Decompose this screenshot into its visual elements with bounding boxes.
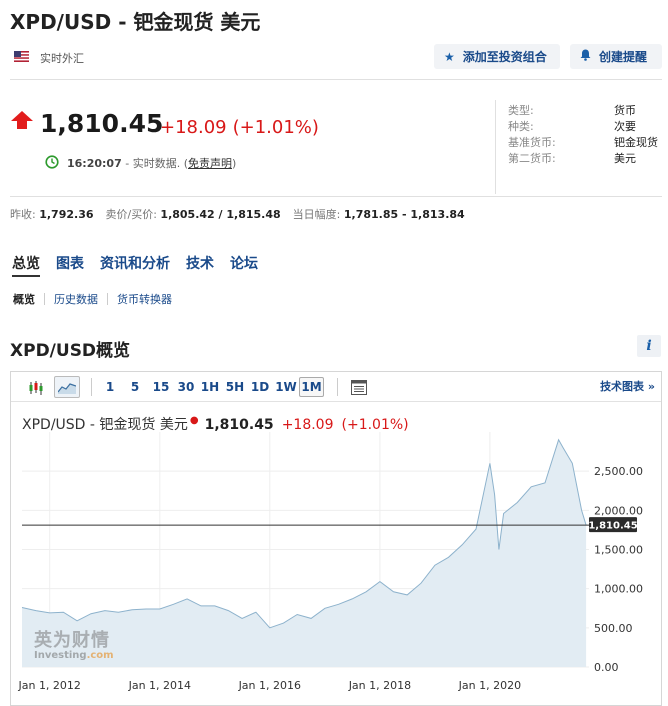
page-title: XPD/USD - 钯金现货 美元 (10, 10, 261, 34)
tab-technical[interactable]: 技术 (186, 253, 214, 273)
divider (44, 293, 45, 305)
x-tick-label: Jan 1, 2012 (17, 679, 80, 692)
info-row-second-currency: 第二货币: 美元 (508, 152, 636, 165)
divider (337, 378, 338, 396)
disclaimer-link[interactable]: 免责声明 (188, 157, 232, 170)
prev-close-label: 昨收: (10, 208, 36, 221)
divider (495, 100, 496, 194)
info-icon[interactable]: i (637, 335, 661, 357)
tab-news-analysis[interactable]: 资讯和分析 (100, 253, 170, 273)
prev-close-value: 1,792.36 (39, 208, 94, 221)
divider (91, 378, 92, 396)
bid-ask-value: 1,805.42 / 1,815.48 (160, 208, 281, 221)
main-tabs: 总览 图表 资讯和分析 技术 论坛 (12, 253, 274, 273)
change-percent: (+1.01%) (232, 117, 319, 138)
tab-overview[interactable]: 总览 (12, 253, 40, 273)
create-alert-button[interactable]: 创建提醒 (570, 44, 662, 69)
sub-tabs: 概览 历史数据 货币转换器 (13, 291, 172, 307)
us-flag-icon (14, 51, 29, 62)
day-range-value: 1,781.85 - 1,813.84 (343, 208, 465, 221)
candlestick-chart-icon[interactable] (25, 372, 47, 402)
divider (10, 79, 662, 80)
tab-forum[interactable]: 论坛 (230, 253, 258, 273)
quote-timestamp: 16:20:07 (67, 157, 122, 170)
day-range-label: 当日幅度: (292, 208, 341, 221)
x-tick-label: Jan 1, 2020 (458, 679, 521, 692)
area-chart-icon[interactable] (54, 376, 80, 398)
x-tick-label: Jan 1, 2016 (238, 679, 301, 692)
bid-ask-label: 卖价/买价: (105, 208, 157, 221)
x-tick-label: Jan 1, 2018 (348, 679, 411, 692)
price-change: +18.09 (+1.01%) (160, 117, 319, 138)
y-tick-label: 1,000.00 (594, 583, 643, 596)
watermark-cn: 英为财情 (34, 630, 110, 651)
timeframe-5[interactable]: 5 (125, 372, 145, 402)
add-to-portfolio-button[interactable]: ★ 添加至投资组合 (434, 44, 560, 69)
tab-chart[interactable]: 图表 (56, 253, 84, 273)
subtab-currency-converter[interactable]: 货币转换器 (117, 291, 172, 307)
quote-time: 16:20:07 - 实时数据. (免责声明) (67, 155, 236, 171)
table-view-icon[interactable] (348, 372, 370, 402)
divider (107, 293, 108, 305)
quote-stats: 昨收: 1,792.36 卖价/买价: 1,805.42 / 1,815.48 当日… (10, 206, 465, 222)
timeframe-5h[interactable]: 5H (224, 372, 246, 402)
last-price: 1,810.45 (40, 109, 164, 138)
star-icon: ★ (444, 49, 455, 64)
close-paren: ) (232, 157, 237, 170)
subtab-historical-data[interactable]: 历史数据 (54, 291, 98, 307)
investing-logo: 英为财情 Investing.com (34, 630, 114, 662)
add-to-portfolio-label: 添加至投资组合 (462, 50, 547, 64)
price-chart[interactable]: Jan 1, 2012 Jan 1, 2014 Jan 1, 2016 Jan 1, … (11, 430, 661, 705)
technical-chart-link[interactable]: 技术图表 » (600, 372, 655, 402)
y-tick-label: 2,000.00 (594, 504, 643, 517)
change-value: +18.09 (160, 117, 227, 138)
info-row-type: 类型: 货币 (508, 104, 636, 117)
timeframe-1[interactable]: 1 (100, 372, 120, 402)
y-tick-label: 2,500.00 (594, 465, 643, 478)
x-tick-label: Jan 1, 2014 (128, 679, 191, 692)
y-tick-label: 1,500.00 (594, 544, 643, 557)
active-tab-indicator (12, 275, 40, 277)
y-tick-label: 500.00 (594, 622, 633, 635)
create-alert-label: 创建提醒 (599, 50, 648, 64)
info-row-group: 种类: 次要 (508, 120, 636, 133)
divider (10, 196, 662, 197)
up-arrow-icon (11, 111, 33, 129)
info-row-base-currency: 基准货币: 钯金现货 (508, 136, 658, 149)
subtab-overview[interactable]: 概览 (13, 291, 35, 307)
timeframe-1h[interactable]: 1H (199, 372, 221, 402)
timeframe-1d[interactable]: 1D (249, 372, 271, 402)
current-price-label: 1,810.45 (588, 521, 637, 532)
live-dot-icon: ● (189, 415, 199, 426)
clock-icon (45, 155, 59, 169)
chart-toolbar: 1 5 15 30 1H 5H 1D 1W 1M 技术图表 » (11, 372, 661, 402)
timeframe-1w[interactable]: 1W (274, 372, 298, 402)
timeframe-15[interactable]: 15 (149, 372, 173, 402)
section-title: XPD/USD概览 (10, 341, 131, 361)
watermark-en: Investing.com (34, 650, 114, 661)
timeframe-30[interactable]: 30 (174, 372, 198, 402)
y-tick-label: 0.00 (594, 661, 619, 674)
timeframe-1m[interactable]: 1M (299, 377, 324, 397)
bell-icon (580, 49, 591, 64)
realtime-text: - 实时数据. ( (125, 157, 188, 170)
market-label: 实时外汇 (40, 52, 84, 65)
